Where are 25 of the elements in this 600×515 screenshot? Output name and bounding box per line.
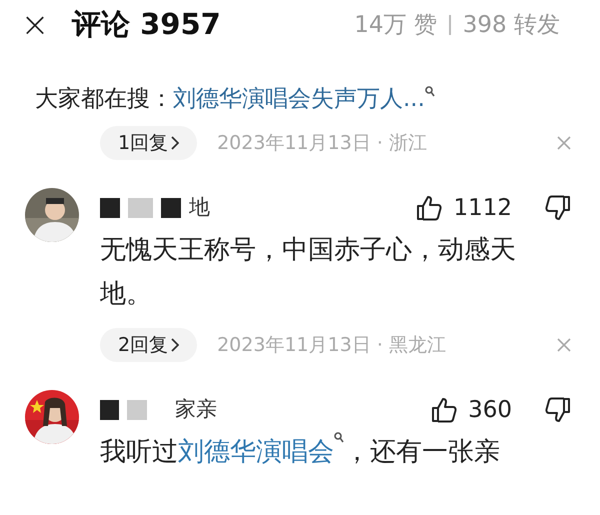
- chevron-right-icon: [171, 136, 180, 150]
- comment-meta: 2023年11月13日 · 浙江: [217, 130, 427, 156]
- comment-meta: 2023年11月13日 · 黑龙江: [217, 332, 446, 358]
- comments-title: 评论 3957: [72, 6, 221, 44]
- like-count: 14万 赞: [354, 10, 437, 40]
- comment-text: 我听过刘德华演唱会 ，还有一张亲: [100, 430, 572, 474]
- like-count: 1112: [453, 194, 512, 223]
- username: 地: [189, 194, 210, 222]
- thumbs-up-icon[interactable]: [415, 194, 444, 222]
- replies-button[interactable]: 1回复: [100, 126, 198, 160]
- thumbs-up-icon[interactable]: [430, 396, 458, 424]
- like-count: 360: [468, 396, 512, 425]
- share-count: 398 转发: [462, 10, 560, 40]
- chevron-right-icon: [171, 338, 180, 352]
- search-icon[interactable]: [334, 432, 344, 444]
- comment-text: 无愧天王称号，中国赤子心，动感天地。: [100, 234, 517, 311]
- replies-button[interactable]: 2回复: [100, 328, 198, 362]
- close-button[interactable]: ×: [20, 8, 50, 42]
- thumbs-down-icon[interactable]: [544, 396, 572, 424]
- thumbs-down-icon[interactable]: [544, 194, 572, 222]
- search-link[interactable]: 刘德华演唱会: [178, 437, 334, 467]
- username: 家亲: [175, 396, 217, 424]
- search-icon[interactable]: [424, 86, 435, 98]
- hot-search-label: 大家都在搜：: [35, 85, 173, 114]
- hot-search-link[interactable]: 刘德华演唱会失声万人...: [173, 84, 425, 114]
